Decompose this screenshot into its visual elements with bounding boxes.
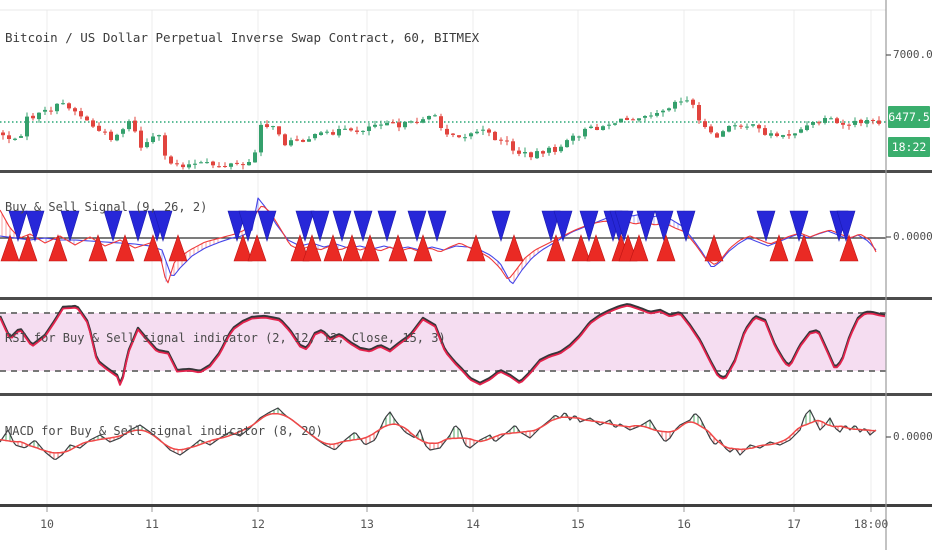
time-axis-label: 17 xyxy=(787,517,801,531)
sell-signal-triangle xyxy=(60,210,80,243)
time-axis-label: 18:00 xyxy=(853,517,889,531)
signal-triangles xyxy=(0,210,859,262)
buy-signal-triangle xyxy=(504,234,524,262)
last-price-badge: 6477.5 xyxy=(888,106,930,128)
sell-signal-triangle xyxy=(332,210,352,243)
pane-separators xyxy=(0,0,932,550)
buy-signal-triangle xyxy=(0,234,20,262)
time-axis-label: 12 xyxy=(251,517,265,531)
pane-separator[interactable] xyxy=(0,170,932,173)
time-axis[interactable]: 10 11 12 13 14 15 16 17 18:00 xyxy=(0,505,932,550)
pane-separator[interactable] xyxy=(0,393,932,396)
buy-signal-triangle xyxy=(247,234,267,262)
chart-canvas[interactable] xyxy=(0,0,932,550)
buy-signal-triangle xyxy=(115,234,135,262)
sell-signal-triangle xyxy=(103,210,123,243)
buy-signal-triangle xyxy=(794,234,814,262)
buy-signal-triangle xyxy=(656,234,676,262)
macd-pane xyxy=(0,407,877,460)
sell-signal-triangle xyxy=(491,210,511,243)
sell-signal-triangle xyxy=(676,210,696,243)
time-axis-label: 10 xyxy=(40,517,54,531)
countdown-badge: 18:22 xyxy=(888,137,930,157)
pane-separator[interactable] xyxy=(0,297,932,300)
sell-signal-triangle xyxy=(257,210,277,243)
time-axis-label: 11 xyxy=(145,517,159,531)
sell-signal-triangle xyxy=(128,210,148,243)
buy-signal-triangle xyxy=(704,234,724,262)
time-axis-label: 14 xyxy=(466,517,480,531)
buy-signal-triangle xyxy=(143,234,163,262)
buy-signal-triangle xyxy=(168,234,188,262)
trading-chart-window: Bitcoin / US Dollar Perpetual Inverse Sw… xyxy=(0,0,932,550)
sell-signal-triangle xyxy=(377,210,397,243)
buy-signal-triangle xyxy=(839,234,859,262)
sell-signal-triangle xyxy=(310,210,330,243)
time-axis-label: 13 xyxy=(360,517,374,531)
sell-signal-triangle xyxy=(756,210,776,243)
sell-signal-triangle xyxy=(427,210,447,243)
buy-signal-triangle xyxy=(571,234,591,262)
candlestick-pane xyxy=(0,96,886,170)
rsi-pane xyxy=(0,303,886,386)
time-axis-label: 15 xyxy=(571,517,585,531)
time-axis-label: 16 xyxy=(677,517,691,531)
buy-signal-triangle xyxy=(88,234,108,262)
buy-signal-triangle xyxy=(323,234,343,262)
